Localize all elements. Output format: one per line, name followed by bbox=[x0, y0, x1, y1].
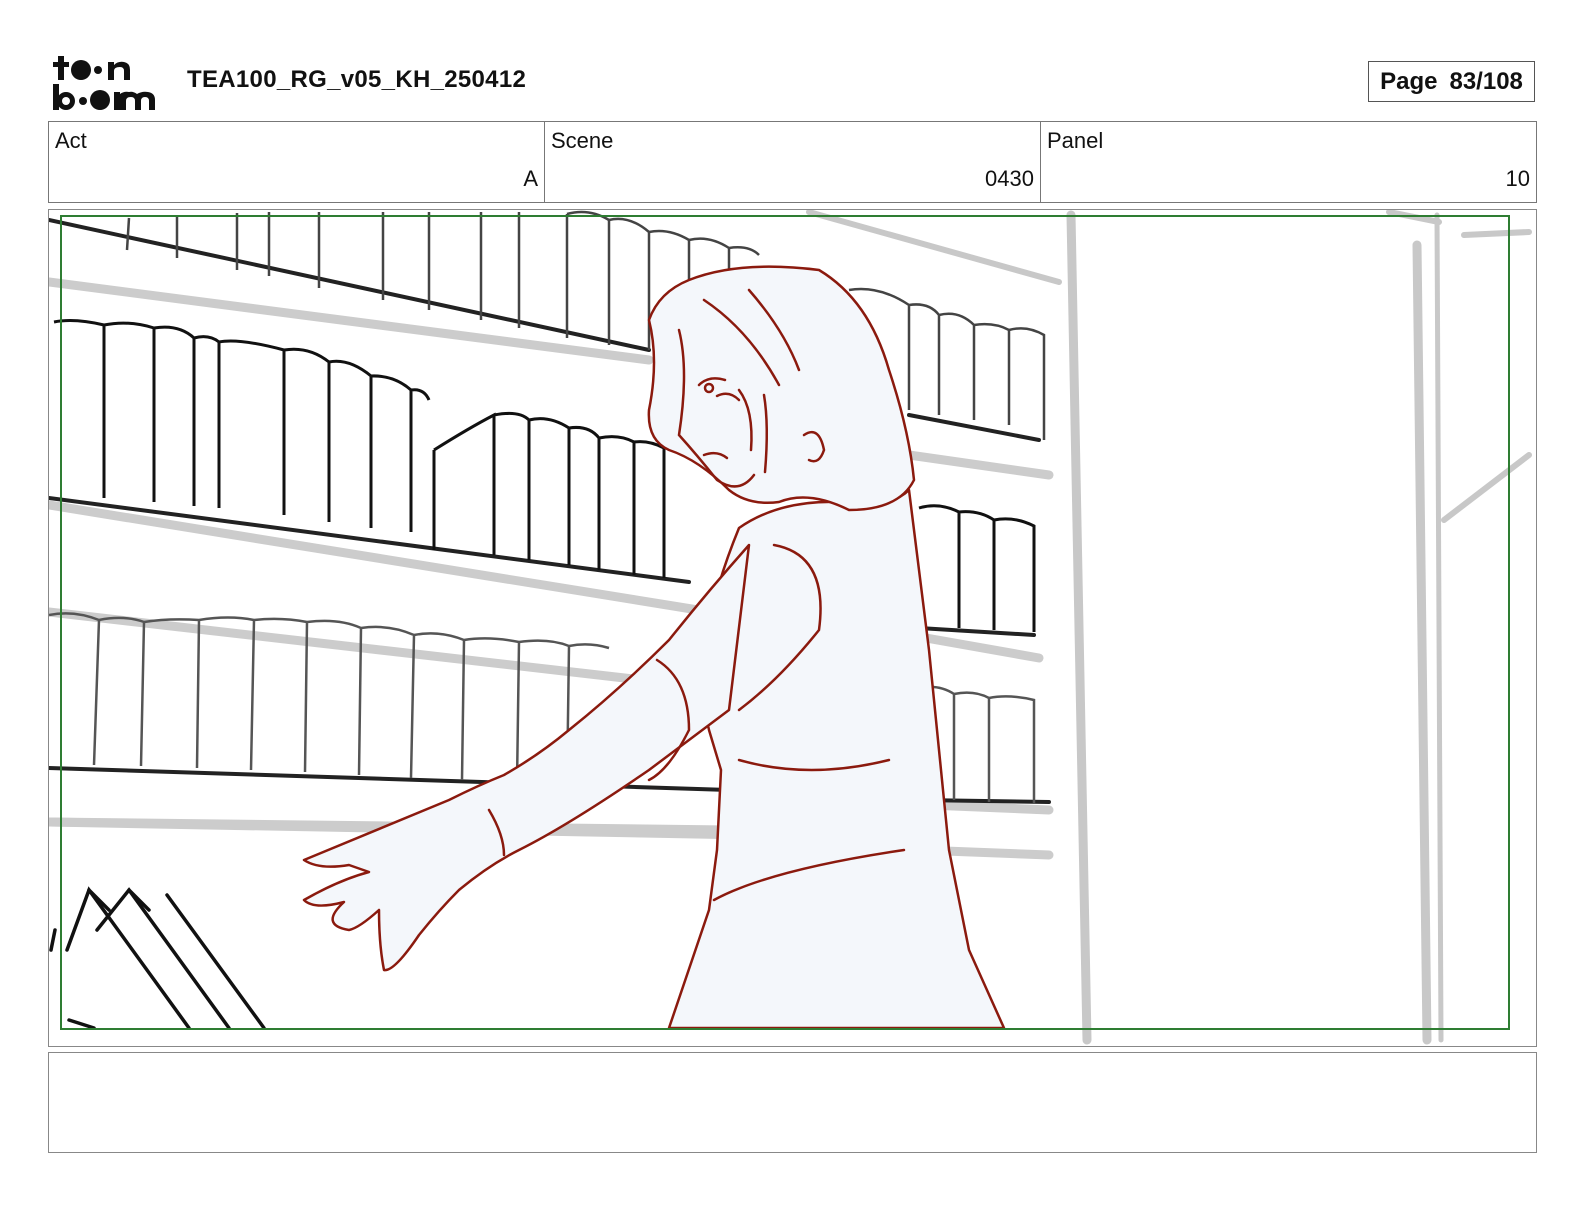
foreground-books bbox=[49, 886, 266, 1030]
panel-notes-box[interactable] bbox=[48, 1052, 1537, 1153]
act-cell: Act A bbox=[49, 122, 544, 202]
scene-value: 0430 bbox=[985, 166, 1034, 191]
character-figure bbox=[302, 265, 1006, 1030]
page-number: 83/108 bbox=[1449, 67, 1523, 95]
books-top-row bbox=[125, 210, 1046, 440]
document-title: TEA100_RG_v05_KH_250412 bbox=[187, 66, 527, 93]
scene-info-row: Act A Scene 0430 Panel 10 bbox=[48, 121, 1537, 203]
toon-boom-logo bbox=[52, 54, 164, 112]
scene-label: Scene bbox=[551, 128, 614, 153]
page-label: Page bbox=[1380, 67, 1438, 95]
scene-cell: Scene 0430 bbox=[544, 122, 1040, 202]
storyboard-panel bbox=[48, 209, 1537, 1047]
panel-cell: Panel 10 bbox=[1040, 122, 1536, 202]
page-indicator: Page 83/108 bbox=[1368, 61, 1535, 102]
panel-label: Panel bbox=[1047, 128, 1104, 153]
act-value: A bbox=[523, 166, 538, 191]
act-label: Act bbox=[55, 128, 87, 153]
panel-drawing bbox=[49, 210, 1532, 1045]
panel-value: 10 bbox=[1505, 166, 1530, 191]
